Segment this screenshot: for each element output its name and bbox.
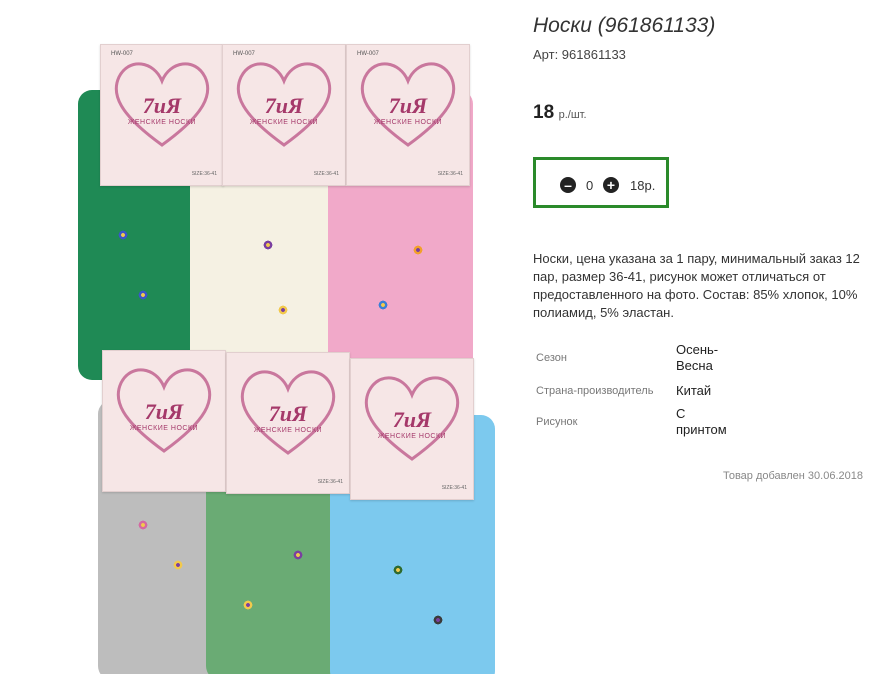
- tag-subtitle: ЖЕНСКИЕ НОСКИ: [129, 425, 199, 432]
- brand-tag: 7иЯ ЖЕНСКИЕ НОСКИ: [102, 350, 226, 492]
- size-label: SIZE:36-41: [317, 479, 343, 485]
- article-number: Арт: 961861133: [533, 47, 626, 62]
- property-value: С принтом: [676, 406, 727, 437]
- brand-logo: 7иЯ: [264, 93, 304, 118]
- product-title: Носки (961861133): [533, 14, 716, 37]
- tag-subtitle: ЖЕНСКИЕ НОСКИ: [373, 119, 443, 126]
- brand-logo: 7иЯ: [142, 93, 182, 118]
- added-date: Товар добавлен 30.06.2018: [722, 470, 863, 482]
- property-label: Сезон: [536, 352, 567, 364]
- flower-pattern: [393, 565, 403, 575]
- quantity-sum: 18р.: [630, 178, 656, 193]
- tag-subtitle: ЖЕНСКИЕ НОСКИ: [249, 119, 319, 126]
- brand-logo: 7иЯ: [144, 399, 184, 424]
- flower-pattern: [433, 615, 443, 625]
- flower-pattern: [138, 520, 148, 530]
- product-photo[interactable]: HW-007 7иЯ ЖЕНСКИЕ НОСКИ SIZE:36-41 HW-0…: [78, 40, 498, 674]
- quantity-control: – 0 + 18р.: [533, 157, 669, 208]
- price: 18 р./шт.: [533, 102, 587, 124]
- flower-pattern: [138, 290, 148, 300]
- size-label: SIZE:36-41: [191, 171, 217, 177]
- property-value: Китай: [676, 383, 712, 398]
- property-value: Осень-Весна: [676, 342, 719, 373]
- model-label: HW-007: [233, 51, 255, 57]
- size-label: SIZE:36-41: [437, 171, 463, 177]
- minus-circle-icon[interactable]: –: [560, 177, 576, 193]
- brand-logo: 7иЯ: [268, 401, 308, 426]
- brand-tag: HW-007 7иЯ ЖЕНСКИЕ НОСКИ SIZE:36-41: [100, 44, 224, 186]
- brand-logo: 7иЯ: [392, 407, 432, 432]
- flower-pattern: [118, 230, 128, 240]
- brand-tag: HW-007 7иЯ ЖЕНСКИЕ НОСКИ SIZE:36-41: [222, 44, 346, 186]
- brand-tag: HW-007 7иЯ ЖЕНСКИЕ НОСКИ SIZE:36-41: [346, 44, 470, 186]
- flower-pattern: [413, 245, 423, 255]
- brand-tag: 7иЯ ЖЕНСКИЕ НОСКИ SIZE:36-41: [226, 352, 350, 494]
- flower-pattern: [173, 560, 183, 570]
- flower-pattern: [243, 600, 253, 610]
- tag-subtitle: ЖЕНСКИЕ НОСКИ: [127, 119, 197, 126]
- tag-subtitle: ЖЕНСКИЕ НОСКИ: [253, 427, 323, 434]
- tag-subtitle: ЖЕНСКИЕ НОСКИ: [377, 433, 447, 440]
- model-label: HW-007: [111, 51, 133, 57]
- price-unit: р./шт.: [558, 109, 587, 121]
- flower-pattern: [293, 550, 303, 560]
- property-label: Страна-производитель: [536, 385, 654, 397]
- size-label: SIZE:36-41: [313, 171, 339, 177]
- plus-circle-icon[interactable]: +: [603, 177, 619, 193]
- quantity-value[interactable]: 0: [586, 178, 593, 193]
- flower-pattern: [263, 240, 273, 250]
- brand-tag: 7иЯ ЖЕНСКИЕ НОСКИ SIZE:36-41: [350, 358, 474, 500]
- size-label: SIZE:36-41: [441, 485, 467, 491]
- flower-pattern: [378, 300, 388, 310]
- property-label: Рисунок: [536, 416, 578, 428]
- model-label: HW-007: [357, 51, 379, 57]
- product-description: Носки, цена указана за 1 пару, минимальн…: [533, 251, 860, 320]
- brand-logo: 7иЯ: [388, 93, 428, 118]
- price-value: 18: [533, 102, 555, 123]
- flower-pattern: [278, 305, 288, 315]
